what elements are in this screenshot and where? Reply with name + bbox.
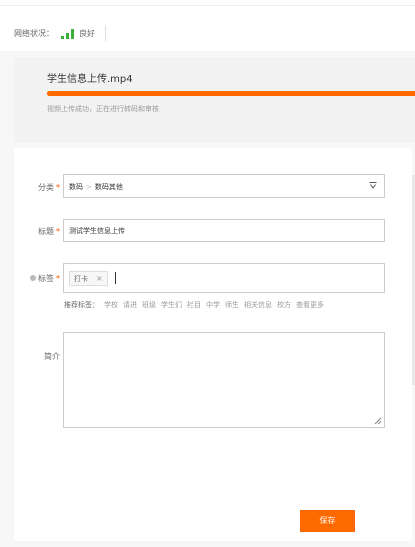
recommended-tag[interactable]: 班级 (142, 301, 156, 309)
category-level1: 数码 (69, 183, 83, 191)
recommended-tag[interactable]: 学校 (104, 301, 118, 309)
recommended-tag[interactable]: 请进 (123, 301, 137, 309)
network-label: 网络状况： (14, 29, 54, 38)
category-select[interactable]: 数码 > 数码其他 (63, 174, 385, 198)
tag-chip-text: 打卡 (74, 275, 88, 283)
recommended-tags-title: 推荐标签： (64, 301, 99, 309)
tags-label: 标签 * (10, 273, 60, 284)
resize-grip-icon[interactable] (374, 417, 382, 425)
text-cursor (115, 272, 116, 284)
recommended-tag[interactable]: 相关信息 (244, 301, 272, 309)
signal-icon (61, 29, 75, 39)
title-value: 测试学生信息上传 (69, 227, 125, 235)
help-icon[interactable] (30, 275, 36, 281)
close-icon[interactable]: × (96, 274, 103, 283)
chevron-down-icon[interactable] (369, 182, 377, 190)
recommended-tag[interactable]: 学生们 (161, 301, 182, 309)
title-input[interactable]: 测试学生信息上传 (63, 219, 385, 242)
save-button[interactable]: 保存 (300, 510, 355, 532)
intro-label: 简介 (44, 352, 60, 361)
recommended-tag[interactable]: 师生 (225, 301, 239, 309)
recommended-tag[interactable]: 校方 (277, 301, 291, 309)
upload-status-text: 视频上传成功，正在进行转码和审核 (47, 105, 159, 113)
category-label: 分类 * (10, 182, 60, 193)
title-label-text: 标题 (38, 227, 54, 236)
required-mark: * (56, 227, 60, 236)
video-info-form: 分类 * 数码 > 数码其他 标题 * 测试学生信息上传 标签 * 打卡 × 推荐标签： 学校… (14, 148, 412, 541)
file-name: 学生信息上传.mp4 (47, 74, 133, 85)
divider (105, 25, 106, 41)
upload-panel: 学生信息上传.mp4 视频上传成功，正在进行转码和审核 (14, 57, 415, 143)
title-label: 标题 * (10, 226, 60, 237)
tags-label-text: 标签 (38, 274, 54, 283)
upload-progress-fill (47, 91, 415, 96)
network-bar: 网络状况： 良好 (0, 6, 415, 51)
recommended-tags: 推荐标签： 学校 请进 班级 学生们 栏目 中学 师生 相关信息 校方 查看更多 (64, 300, 324, 310)
tags-input[interactable]: 打卡 × (63, 263, 385, 293)
required-mark: * (56, 274, 60, 283)
recommended-tag[interactable]: 中学 (206, 301, 220, 309)
tag-chip: 打卡 × (69, 271, 108, 286)
view-more-link[interactable]: 查看更多 (296, 301, 324, 309)
category-label-text: 分类 (38, 183, 54, 192)
category-level2: 数码其他 (94, 183, 123, 191)
upload-progress-bar (47, 91, 415, 96)
required-mark: * (56, 183, 60, 192)
intro-textarea[interactable] (63, 332, 385, 428)
category-value: 数码 > 数码其他 (69, 182, 123, 192)
category-separator: > (86, 183, 92, 191)
network-status: 良好 (79, 29, 95, 38)
recommended-tag[interactable]: 栏目 (187, 301, 201, 309)
